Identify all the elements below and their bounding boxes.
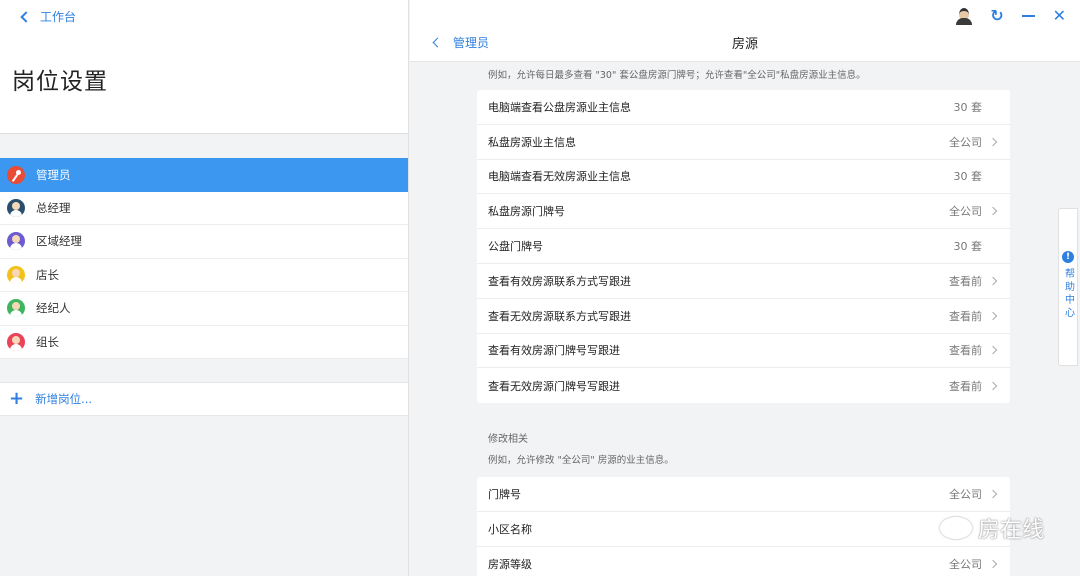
back-to-admin-link[interactable]: 管理员 bbox=[432, 34, 490, 51]
store-manager-avatar-icon bbox=[7, 265, 25, 284]
chevron-right-icon bbox=[988, 207, 998, 216]
manager-avatar-icon bbox=[7, 198, 25, 217]
role-item-team-leader[interactable]: 组长 bbox=[0, 326, 408, 359]
minimize-icon[interactable] bbox=[1021, 14, 1035, 17]
permission-label: 私盘房源门牌号 bbox=[488, 205, 565, 219]
add-role-label: 新增岗位... bbox=[35, 392, 93, 406]
permission-label: 门牌号 bbox=[488, 487, 521, 501]
role-item-general-manager[interactable]: 总经理 bbox=[0, 192, 408, 225]
permission-value: 30 套 bbox=[953, 170, 983, 184]
chevron-right-icon bbox=[988, 381, 998, 391]
back-to-workbench-link[interactable]: 工作台 bbox=[20, 8, 77, 25]
permission-value: 30 套 bbox=[953, 100, 983, 114]
permission-label: 电脑端查看公盘房源业主信息 bbox=[488, 100, 631, 114]
chevron-right-icon bbox=[988, 276, 998, 286]
permission-value: 全公司 bbox=[949, 557, 982, 571]
wechat-icon bbox=[939, 517, 972, 539]
role-item-area-manager[interactable]: 区域经理 bbox=[0, 225, 408, 259]
right-panel: ↻ ✕ 房源 管理员 例如，允许每日最多查看 "30" 套公盘房源门牌号；允许查… bbox=[410, 0, 1080, 576]
chevron-right-icon bbox=[988, 489, 998, 499]
chevron-right-icon bbox=[988, 137, 998, 146]
permission-value: 查看前 bbox=[949, 344, 982, 358]
watermark-text: 房在线 bbox=[977, 518, 1044, 543]
permission-row[interactable]: 小区名称 bbox=[477, 512, 1010, 547]
permission-row[interactable]: 房源等级 全公司 bbox=[477, 547, 1010, 576]
edit-permission-card: 门牌号 全公司 小区名称 房源等级 全公司 bbox=[477, 477, 1010, 576]
chevron-right-icon bbox=[988, 311, 998, 320]
permission-row[interactable]: 查看无效房源联系方式写跟进 查看前 bbox=[477, 299, 1010, 334]
permission-value: 全公司 bbox=[949, 487, 982, 501]
role-item-store-manager[interactable]: 店长 bbox=[0, 259, 408, 292]
close-icon[interactable]: ✕ bbox=[1053, 6, 1066, 25]
info-icon: ! bbox=[1062, 251, 1074, 263]
help-center-tab[interactable]: ! 帮助中心 bbox=[1058, 208, 1078, 366]
page-title: 岗位设置 bbox=[12, 69, 108, 95]
agent-avatar-icon bbox=[7, 299, 25, 318]
permission-row[interactable]: 公盘门牌号 30 套 bbox=[477, 229, 1010, 264]
permission-value: 查看前 bbox=[949, 274, 982, 288]
permission-value: 查看前 bbox=[949, 309, 982, 323]
permission-row[interactable]: 私盘房源门牌号 全公司 bbox=[477, 194, 1010, 230]
permission-row[interactable]: 私盘房源业主信息 全公司 bbox=[477, 125, 1010, 160]
permission-label: 小区名称 bbox=[488, 522, 532, 536]
user-avatar-icon[interactable] bbox=[956, 7, 973, 25]
view-hint-text: 例如，允许每日最多查看 "30" 套公盘房源门牌号；允许查看"全公司"私盘房源业… bbox=[488, 70, 866, 81]
permission-value: 查看前 bbox=[949, 379, 982, 393]
nav-title: 房源 bbox=[731, 37, 758, 52]
role-label: 经纪人 bbox=[36, 301, 71, 316]
permission-label: 房源等级 bbox=[488, 557, 532, 571]
permission-row[interactable]: 查看有效房源门牌号写跟进 查看前 bbox=[477, 334, 1010, 369]
team-leader-avatar-icon bbox=[7, 332, 25, 351]
permission-label: 公盘门牌号 bbox=[488, 240, 543, 254]
permission-row[interactable]: 电脑端查看无效房源业主信息 30 套 bbox=[477, 160, 1010, 195]
area-manager-avatar-icon bbox=[7, 232, 25, 251]
role-list: 管理员 总经理 区域经理 店长 经纪人 组长 bbox=[0, 158, 408, 359]
role-label: 区域经理 bbox=[36, 234, 82, 249]
back-label: 工作台 bbox=[40, 10, 77, 24]
permission-row[interactable]: 门牌号 全公司 bbox=[477, 477, 1010, 512]
role-label: 组长 bbox=[36, 334, 59, 349]
permission-label: 查看有效房源联系方式写跟进 bbox=[488, 274, 631, 288]
chevron-right-icon bbox=[988, 346, 998, 355]
role-item-admin[interactable]: 管理员 bbox=[0, 158, 408, 192]
left-panel: 工作台 岗位设置 管理员 总经理 区域经理 店长 经纪人 组长 + 新增岗位..… bbox=[0, 0, 409, 576]
permission-label: 私盘房源业主信息 bbox=[488, 135, 576, 149]
right-header: ↻ ✕ 房源 管理员 bbox=[410, 0, 1080, 62]
add-role-button[interactable]: + 新增岗位... bbox=[0, 382, 408, 416]
chevron-right-icon bbox=[988, 559, 998, 569]
permission-label: 查看无效房源联系方式写跟进 bbox=[488, 309, 631, 323]
role-label: 管理员 bbox=[36, 167, 71, 182]
permission-label: 电脑端查看无效房源业主信息 bbox=[488, 170, 631, 184]
role-label: 店长 bbox=[36, 267, 59, 282]
permission-value: 全公司 bbox=[949, 205, 982, 219]
permission-value: 30 套 bbox=[953, 240, 983, 254]
watermark: 房在线 bbox=[939, 512, 1044, 544]
role-item-agent[interactable]: 经纪人 bbox=[0, 292, 408, 326]
key-icon bbox=[7, 165, 25, 184]
edit-hint-text: 例如，允许修改 "全公司" 房源的业主信息。 bbox=[488, 455, 674, 466]
plus-icon: + bbox=[9, 388, 25, 409]
permission-row[interactable]: 查看有效房源联系方式写跟进 查看前 bbox=[477, 264, 1010, 299]
permission-value: 全公司 bbox=[949, 135, 982, 149]
chevron-left-icon bbox=[20, 11, 32, 23]
section-label-edit: 修改相关 bbox=[488, 434, 528, 445]
refresh-icon[interactable]: ↻ bbox=[990, 6, 1003, 25]
view-permission-card: 电脑端查看公盘房源业主信息 30 套 私盘房源业主信息 全公司 电脑端查看无效房源业… bbox=[477, 90, 1010, 404]
chevron-left-icon bbox=[432, 37, 443, 48]
help-center-label: 帮助中心 bbox=[1062, 268, 1074, 320]
role-label: 总经理 bbox=[36, 200, 71, 215]
permission-label: 查看无效房源门牌号写跟进 bbox=[488, 379, 620, 393]
left-header: 工作台 岗位设置 bbox=[0, 0, 408, 134]
permission-label: 查看有效房源门牌号写跟进 bbox=[488, 344, 620, 358]
window-controls: ↻ ✕ bbox=[956, 6, 1066, 25]
back-label: 管理员 bbox=[453, 36, 490, 50]
permission-row[interactable]: 查看无效房源门牌号写跟进 查看前 bbox=[477, 368, 1010, 403]
permission-row[interactable]: 电脑端查看公盘房源业主信息 30 套 bbox=[477, 90, 1010, 125]
